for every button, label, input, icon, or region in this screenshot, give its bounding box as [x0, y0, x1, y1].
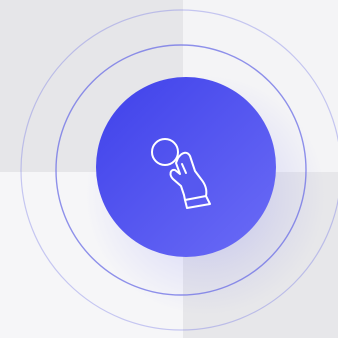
illustration-stage [0, 0, 338, 338]
tap-illustration [20, 9, 338, 331]
